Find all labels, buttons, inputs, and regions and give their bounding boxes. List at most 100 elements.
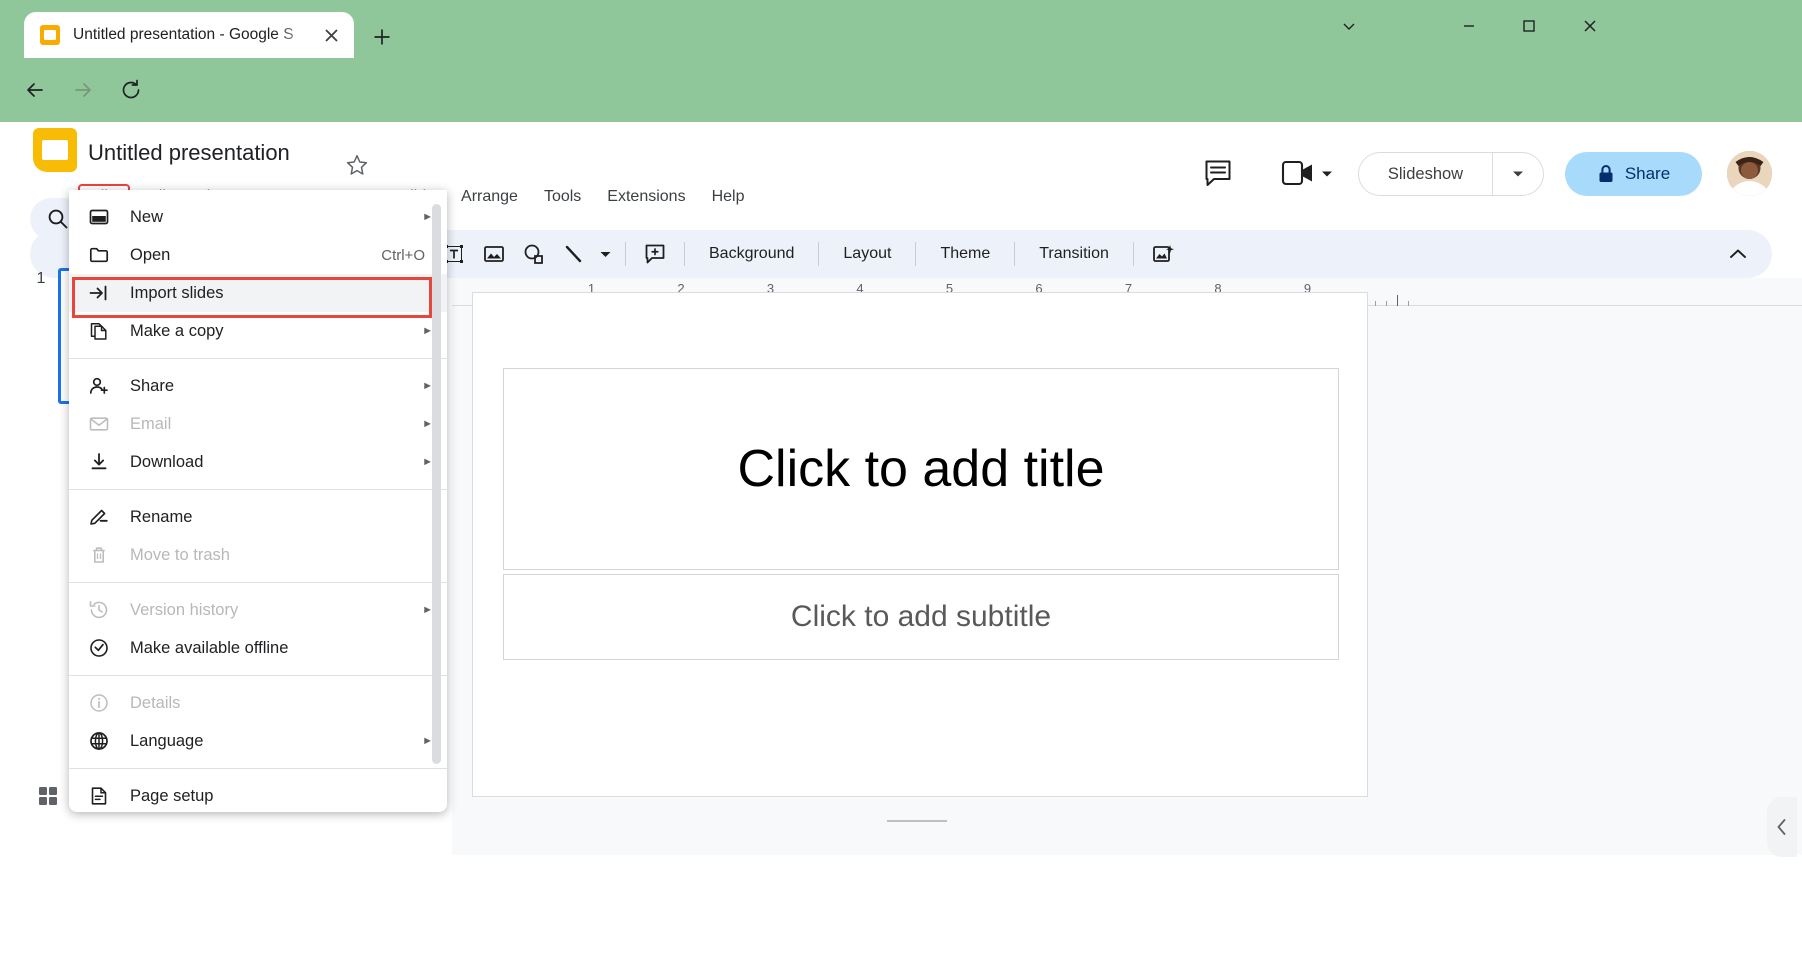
menu-item-label: Email: [130, 415, 419, 434]
offline-check-icon: [89, 636, 117, 660]
menu-item-label: Move to trash: [130, 546, 433, 565]
submenu-arrow-icon: ►: [419, 735, 433, 747]
close-icon[interactable]: [318, 22, 344, 48]
divider: [684, 242, 685, 266]
person-add-icon: [89, 374, 117, 398]
theme-button[interactable]: Theme: [925, 239, 1005, 269]
submenu-arrow-icon: ►: [419, 604, 433, 616]
pencil-icon: [89, 505, 117, 529]
forward-arrow-icon[interactable]: [62, 69, 104, 111]
menu-tools[interactable]: Tools: [531, 184, 594, 210]
slideshow-caret-down-icon[interactable]: [1493, 152, 1543, 196]
transition-button[interactable]: Transition: [1024, 239, 1124, 269]
file-menu-list: New►OpenCtrl+OImport slidesMake a copy►S…: [69, 198, 447, 812]
file-menu-dropdown[interactable]: New►OpenCtrl+OImport slidesMake a copy►S…: [69, 190, 447, 812]
divider: [1014, 242, 1015, 266]
chevron-down-icon[interactable]: [1327, 8, 1371, 44]
divider: [1133, 242, 1134, 266]
chevron-up-icon[interactable]: [1718, 234, 1758, 274]
divider: [915, 242, 916, 266]
slideshow-button[interactable]: Slideshow: [1358, 152, 1544, 196]
import-slides-icon: [89, 281, 117, 305]
menu-help[interactable]: Help: [699, 184, 758, 210]
add-comment-icon[interactable]: [635, 234, 675, 274]
share-button-label: Share: [1625, 164, 1670, 184]
info-icon: [89, 691, 117, 715]
back-arrow-icon[interactable]: [14, 69, 56, 111]
document-title[interactable]: Untitled presentation: [88, 140, 290, 166]
image-icon[interactable]: [474, 234, 514, 274]
window-close-button[interactable]: [1568, 8, 1612, 44]
avatar[interactable]: [1727, 151, 1772, 196]
submenu-arrow-icon: ►: [419, 418, 433, 430]
video-camera-icon[interactable]: [1281, 159, 1315, 187]
trash-icon: [89, 543, 117, 567]
menu-item-shortcut: Ctrl+O: [381, 247, 425, 264]
menu-item-label: Open: [130, 246, 381, 265]
menu-item-label: Import slides: [130, 284, 433, 303]
menu-item-open[interactable]: OpenCtrl+O: [69, 236, 447, 274]
google-slides-logo[interactable]: [33, 128, 77, 172]
menu-item-page-setup[interactable]: Page setup: [69, 777, 447, 812]
menu-item-label: Download: [130, 453, 419, 472]
page-setup-icon: [89, 784, 117, 808]
line-icon[interactable]: [554, 234, 594, 274]
menu-item-make-available-offline[interactable]: Make available offline: [69, 629, 447, 667]
line-caret-down-icon[interactable]: [594, 234, 616, 274]
menu-item-label: New: [130, 208, 419, 227]
menu-item-download[interactable]: Download►: [69, 443, 447, 481]
menu-separator: [69, 582, 447, 583]
comment-icon[interactable]: [1203, 158, 1233, 188]
title-placeholder[interactable]: Click to add title: [503, 368, 1339, 570]
browser-tab[interactable]: Untitled presentation - Google S: [24, 12, 354, 58]
share-button[interactable]: Share: [1565, 152, 1702, 196]
menu-item-label: Share: [130, 377, 419, 396]
submenu-arrow-icon: ►: [419, 211, 433, 223]
grid-view-icon[interactable]: [30, 778, 66, 814]
speaker-notes-resize-handle[interactable]: [887, 820, 947, 822]
menu-item-label: Language: [130, 732, 419, 751]
new-tab-button[interactable]: [367, 22, 397, 52]
submenu-arrow-icon: ►: [419, 325, 433, 337]
menu-item-import-slides[interactable]: Import slides: [69, 274, 447, 312]
menu-scrollbar[interactable]: [432, 204, 441, 764]
ruler-tick: [1408, 301, 1409, 306]
shape-icon[interactable]: [514, 234, 554, 274]
background-button[interactable]: Background: [694, 239, 809, 269]
star-outline-icon[interactable]: [345, 153, 369, 177]
divider: [818, 242, 819, 266]
submenu-arrow-icon: ►: [419, 456, 433, 468]
lock-icon: [1597, 164, 1615, 184]
reload-icon[interactable]: [110, 69, 152, 111]
slides-favicon-icon: [40, 25, 60, 45]
menu-separator: [69, 768, 447, 769]
slide-canvas[interactable]: Click to add title Click to add subtitle: [472, 292, 1368, 797]
menu-separator: [69, 358, 447, 359]
menu-arrange[interactable]: Arrange: [448, 184, 531, 210]
email-icon: [89, 412, 117, 436]
meet-caret-down-icon[interactable]: [1321, 170, 1333, 178]
menu-extensions[interactable]: Extensions: [594, 184, 698, 210]
menu-item-move-to-trash: Move to trash: [69, 536, 447, 574]
history-icon: [89, 598, 117, 622]
slideshow-button-label: Slideshow: [1359, 165, 1492, 184]
image-effects-icon[interactable]: [1143, 234, 1183, 274]
expand-panel-icon[interactable]: [1767, 797, 1797, 857]
menu-separator: [69, 675, 447, 676]
layout-button[interactable]: Layout: [828, 239, 906, 269]
menu-item-email: Email►: [69, 405, 447, 443]
subtitle-placeholder[interactable]: Click to add subtitle: [503, 574, 1339, 660]
folder-open-icon: [89, 243, 117, 267]
window-maximize-button[interactable]: [1507, 8, 1551, 44]
menu-item-new[interactable]: New►: [69, 198, 447, 236]
menu-item-rename[interactable]: Rename: [69, 498, 447, 536]
window-minimize-button[interactable]: [1447, 8, 1491, 44]
menu-item-language[interactable]: Language►: [69, 722, 447, 760]
ruler-tick: [1397, 295, 1398, 306]
menu-item-make-a-copy[interactable]: Make a copy►: [69, 312, 447, 350]
slide-editor-area: 123456789 Click to add title Click to ad…: [452, 278, 1802, 855]
slide-number-label: 1: [30, 270, 52, 288]
menu-item-label: Make available offline: [130, 639, 433, 658]
menu-item-share[interactable]: Share►: [69, 367, 447, 405]
subtitle-placeholder-text: Click to add subtitle: [791, 600, 1051, 634]
